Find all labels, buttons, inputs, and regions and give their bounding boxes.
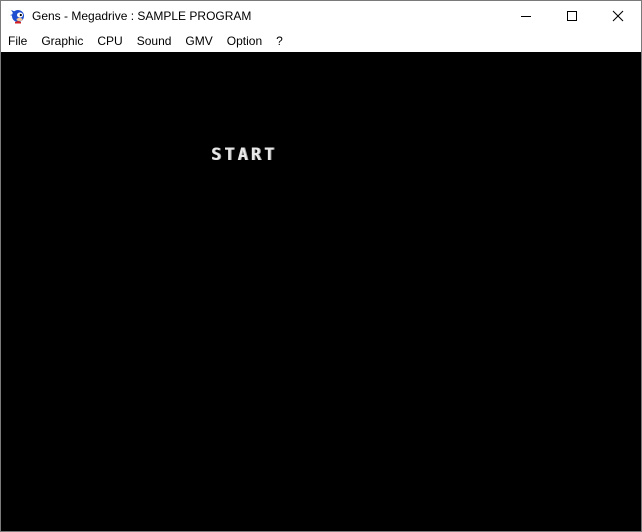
start-text: START (211, 145, 278, 165)
menu-cpu[interactable]: CPU (90, 31, 129, 51)
menu-help[interactable]: ? (269, 31, 290, 51)
menu-gmv[interactable]: GMV (178, 31, 219, 51)
maximize-icon (567, 11, 577, 21)
minimize-button[interactable] (503, 1, 549, 31)
menu-bar: File Graphic CPU Sound GMV Option ? (1, 31, 641, 51)
window-title: Gens - Megadrive : SAMPLE PROGRAM (32, 9, 252, 23)
menu-sound[interactable]: Sound (130, 31, 179, 51)
menu-graphic[interactable]: Graphic (34, 31, 90, 51)
close-icon (612, 10, 624, 22)
sonic-app-icon (10, 10, 24, 24)
menu-option[interactable]: Option (220, 31, 269, 51)
minimize-icon (521, 16, 531, 17)
caption-buttons (503, 1, 641, 31)
menu-file[interactable]: File (1, 31, 34, 51)
maximize-button[interactable] (549, 1, 595, 31)
close-button[interactable] (595, 1, 641, 31)
emulator-window: Gens - Megadrive : SAMPLE PROGRAM File G… (0, 0, 642, 532)
game-screen[interactable]: START (1, 52, 641, 531)
title-bar[interactable]: Gens - Megadrive : SAMPLE PROGRAM (1, 1, 641, 31)
